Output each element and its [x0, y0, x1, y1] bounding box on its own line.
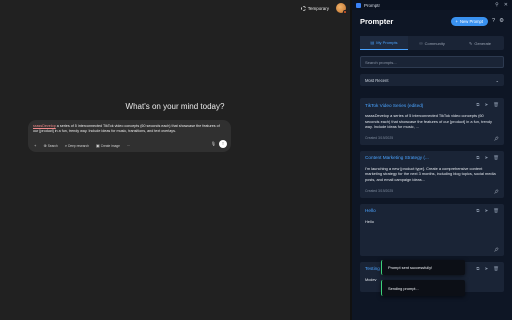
- tab-community[interactable]: ⚇ Community: [408, 36, 456, 50]
- prompt-card[interactable]: Content Marketing Strategy (... ⧉ ➤ 🗑︎ I'm…: [360, 150, 504, 198]
- chat-topbar: Temporary: [298, 2, 347, 14]
- pin-panel-icon[interactable]: ⚲: [495, 2, 499, 8]
- trash-icon[interactable]: 🗑︎: [493, 266, 499, 272]
- temporary-chat-icon: [300, 5, 306, 11]
- deep-research-label: Deep research: [68, 143, 89, 148]
- composer-toolbar: + ⊕ Search ⌕ Deep research ▣ Create image ·…: [32, 140, 227, 149]
- tab-label: Community: [424, 40, 445, 46]
- sort-select[interactable]: Most Recent ⌄: [360, 74, 504, 86]
- more-tools-button[interactable]: ···: [125, 143, 132, 149]
- tab-label: Generate: [474, 40, 492, 46]
- prompt-card-title: Content Marketing Strategy (...: [365, 155, 429, 161]
- chevron-down-icon: ⌄: [495, 77, 499, 83]
- toast-sending: Sending prompt...: [381, 280, 465, 296]
- prompt-card-body: Hello: [365, 218, 374, 224]
- app-title: Prompter: [360, 16, 394, 26]
- send-icon[interactable]: ➤: [485, 208, 489, 214]
- globe-icon: ⊕: [43, 143, 47, 148]
- prompt-card-body: I'm launching a new [product type]. Crea…: [365, 165, 496, 182]
- prompt-body: a series of 5 interconnected TikTok vide…: [33, 124, 220, 134]
- new-prompt-button[interactable]: + New Prompt: [450, 16, 488, 26]
- pin-icon[interactable]: 📌︎: [494, 189, 499, 194]
- help-icon[interactable]: ?: [492, 18, 495, 24]
- tab-bar: ▤ My Prompts ⚇ Community ✎ Generate: [360, 36, 504, 50]
- promptr-logo-icon: [356, 2, 361, 8]
- trash-icon[interactable]: 🗑︎: [493, 208, 499, 214]
- telescope-icon: ⌕: [64, 143, 68, 148]
- prompt-card-date: Created 3/19/2025: [365, 188, 394, 193]
- create-image-button[interactable]: ▣ Create image: [94, 142, 122, 149]
- tab-label: My Prompts: [376, 40, 398, 45]
- sidepanel-header: Prompter + New Prompt ? ⚙: [352, 10, 512, 32]
- deep-research-button[interactable]: ⌕ Deep research: [63, 142, 91, 149]
- pin-icon[interactable]: 📌︎: [494, 247, 499, 252]
- send-button[interactable]: ↑: [219, 140, 227, 148]
- search-placeholder: Search prompts...: [365, 59, 397, 65]
- notification-dot: [343, 10, 347, 14]
- prompt-prefix: sssssDevelop: [33, 124, 56, 128]
- prompt-input[interactable]: sssssDevelop a series of 5 interconnecte…: [33, 124, 226, 134]
- close-icon[interactable]: ✕: [504, 2, 508, 8]
- trash-icon[interactable]: 🗑︎: [493, 155, 499, 161]
- send-icon[interactable]: ➤: [485, 102, 489, 108]
- trash-icon[interactable]: 🗑︎: [493, 102, 499, 108]
- toast-message: Sending prompt...: [388, 285, 419, 291]
- more-label: ···: [126, 143, 131, 148]
- chat-pane: Temporary What's on your mind today? sss…: [0, 0, 350, 320]
- sidepanel-titlebar: Promptr ⚲ ✕: [352, 0, 512, 10]
- new-prompt-label: New Prompt: [459, 18, 483, 24]
- copy-icon[interactable]: ⧉: [476, 208, 479, 214]
- send-icon[interactable]: ➤: [485, 155, 489, 161]
- prompt-card-title: Testing: [365, 266, 380, 272]
- people-icon: ⚇: [419, 40, 423, 46]
- tab-generate[interactable]: ✎ Generate: [456, 36, 504, 50]
- pencil-icon: ✎: [468, 40, 473, 46]
- search-label: Search: [47, 143, 58, 148]
- gear-icon[interactable]: ⚙: [499, 18, 504, 24]
- search-input[interactable]: Search prompts...: [360, 56, 504, 68]
- folder-icon: ▤: [370, 40, 375, 45]
- copy-icon[interactable]: ⧉: [476, 155, 479, 161]
- send-icon[interactable]: ➤: [485, 266, 489, 272]
- prompt-card[interactable]: Hello ⧉ ➤ 🗑︎ Hello 📌︎: [360, 203, 504, 256]
- prompt-composer[interactable]: sssssDevelop a series of 5 interconnecte…: [28, 120, 231, 152]
- attach-button[interactable]: +: [32, 142, 38, 149]
- create-image-label: Create image: [100, 143, 120, 148]
- toast-message: Prompt sent successfully!: [388, 265, 433, 270]
- page-title: What's on your mind today?: [125, 102, 225, 111]
- prompt-card-title: Hello: [365, 208, 376, 214]
- temporary-chat-button[interactable]: Temporary: [298, 5, 332, 12]
- avatar[interactable]: [336, 3, 347, 14]
- copy-icon[interactable]: ⧉: [476, 102, 479, 108]
- plus-icon: +: [34, 143, 37, 148]
- image-icon: ▣: [95, 143, 100, 148]
- prompt-card-date: Created 3/19/2025: [365, 135, 394, 140]
- copy-icon[interactable]: ⧉: [476, 266, 479, 272]
- window-title: Promptr: [364, 2, 381, 8]
- prompt-card[interactable]: TikTok Video Series (edited) ⧉ ➤ 🗑︎ sssssD…: [360, 98, 504, 145]
- plus-icon: +: [455, 18, 458, 24]
- arrow-up-icon: ↑: [221, 141, 225, 147]
- toast-success: Prompt sent successfully!: [381, 260, 465, 275]
- prompt-card-body: sssssDevelop a series of 5 interconnecte…: [365, 113, 492, 130]
- sort-value: Most Recent: [365, 77, 389, 83]
- pin-icon[interactable]: 📌︎: [494, 136, 499, 141]
- tab-my-prompts[interactable]: ▤ My Prompts: [360, 36, 408, 50]
- temporary-label: Temporary: [307, 5, 329, 11]
- prompt-card-title: TikTok Video Series (edited): [365, 102, 424, 108]
- search-button[interactable]: ⊕ Search: [41, 142, 59, 149]
- microphone-icon[interactable]: 🎙︎: [211, 141, 216, 146]
